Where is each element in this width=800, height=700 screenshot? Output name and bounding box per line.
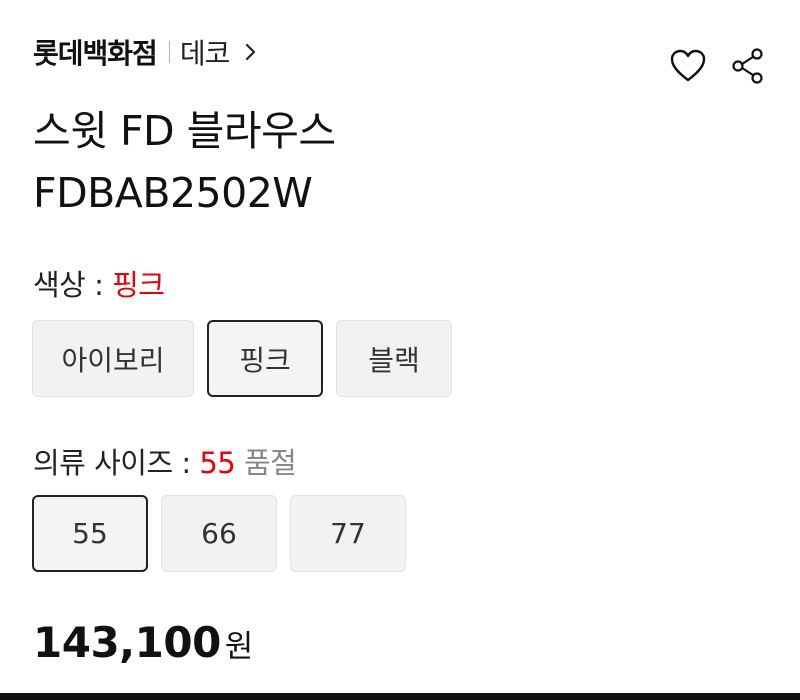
size-option-77[interactable]: 77 [290, 495, 406, 572]
size-options: 55 66 77 [32, 495, 419, 572]
product-title: 스윗 FD 블라우스 FDBAB2502W [33, 100, 336, 224]
color-option-ivory[interactable]: 아이보리 [32, 320, 194, 397]
share-icon[interactable] [728, 46, 768, 86]
size-label-text: 의류 사이즈 : [33, 446, 200, 480]
breadcrumb-divider [168, 41, 170, 63]
size-status: 품절 [243, 446, 297, 480]
chevron-right-icon[interactable] [243, 40, 259, 64]
color-option-label: 색상 : 핑크 [33, 262, 165, 304]
color-selected-value: 핑크 [112, 268, 165, 302]
sub-brand-name[interactable]: 데코 [180, 32, 231, 72]
breadcrumb[interactable]: 롯데백화점 데코 [33, 32, 259, 72]
color-options: 아이보리 핑크 블랙 [32, 320, 465, 397]
heart-icon[interactable] [668, 46, 708, 86]
size-option-label: 의류 사이즈 : 55 품절 [33, 440, 297, 482]
color-option-black[interactable]: 블랙 [336, 320, 452, 397]
size-option-55[interactable]: 55 [32, 495, 148, 572]
product-option-page: 롯데백화점 데코 스윗 FD 블라우스 FDBAB2502W 색상: 핑크 아… [0, 0, 800, 700]
product-name: 스윗 FD 블라우스 [33, 107, 336, 155]
size-option-66[interactable]: 66 [161, 495, 277, 572]
price-amount: 143,100 [33, 618, 221, 667]
bottom-divider [0, 693, 800, 700]
color-option-pink[interactable]: 핑크 [207, 320, 323, 397]
size-selected-value: 55 [199, 446, 236, 480]
price-unit: 원 [224, 629, 254, 665]
header-actions [668, 46, 768, 86]
product-code: FDBAB2502W [33, 169, 313, 217]
color-label-text: 색상 : [33, 268, 113, 302]
brand-name[interactable]: 롯데백화점 [33, 32, 158, 72]
product-price: 143,100 원 [33, 618, 253, 667]
